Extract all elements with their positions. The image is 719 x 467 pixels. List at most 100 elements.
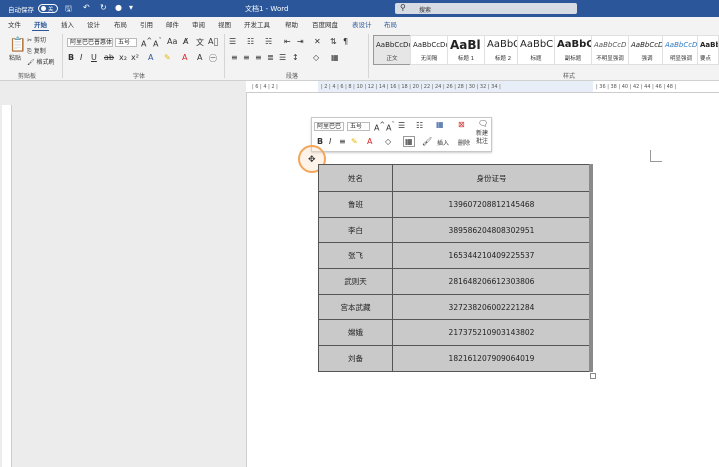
save-icon[interactable]: 🖫 [65, 3, 72, 17]
cut-button[interactable]: ✂ 剪切 [27, 35, 46, 44]
justify-icon[interactable]: ≣ [267, 53, 274, 62]
underline-icon[interactable]: U [91, 53, 97, 62]
multilevel-list-icon[interactable]: ☵ [265, 37, 272, 46]
tab-references[interactable]: 引用 [140, 19, 153, 29]
tab-view[interactable]: 视图 [218, 19, 231, 29]
chinese-layout-icon[interactable]: ✕ [314, 37, 321, 46]
tab-table-design[interactable]: 表设计 [352, 19, 372, 29]
mini-delete-button[interactable]: 删除 [458, 138, 470, 147]
bold-icon[interactable]: B [68, 53, 74, 62]
style-subtitle[interactable]: AaBbC 副标题 [554, 35, 594, 65]
align-center-icon[interactable]: ≡ [243, 53, 250, 62]
format-painter-button[interactable]: 🖌 格式刷 [27, 57, 55, 66]
mini-bullets-icon[interactable]: ☰ [398, 121, 405, 130]
cell-id-number[interactable]: 327238206002221284 [392, 293, 591, 321]
cell-name[interactable]: 鲁班 [318, 191, 393, 218]
cell-id-number[interactable]: 165344210409225537 [392, 242, 591, 270]
cell-name[interactable]: 嫦娥 [318, 319, 393, 347]
mini-highlight-icon[interactable]: ✎ [351, 137, 358, 146]
font-size-combo[interactable]: 五号 [115, 38, 137, 47]
search-box[interactable]: ⚲ 搜索 [395, 3, 577, 14]
table-resize-handle[interactable] [590, 373, 596, 379]
customize-qat-icon[interactable]: ▾ [129, 3, 133, 12]
style-strong[interactable]: AaBbC 要点 [697, 35, 719, 65]
style-emphasis[interactable]: AaBbCcD 强调 [628, 35, 666, 65]
mini-delete-icon[interactable]: ⊠ [458, 120, 465, 129]
cell-name[interactable]: 张飞 [318, 242, 393, 270]
style-heading-1[interactable]: AaBl 标题 1 [447, 35, 485, 65]
new-comment-button[interactable]: 新建批注 [476, 130, 490, 146]
style-intense-emphasis[interactable]: AaBbCcD 明显强调 [662, 35, 700, 65]
font-name-combo[interactable]: 阿里巴巴普惠体 [67, 38, 113, 47]
align-left-icon[interactable]: ≡ [231, 53, 238, 62]
tab-file[interactable]: 文件 [8, 19, 21, 29]
mini-format-painter-icon[interactable]: 🖌 [422, 137, 432, 146]
mini-center-icon[interactable]: ≡ [339, 137, 346, 146]
mini-borders-icon[interactable]: ▦ [403, 136, 415, 147]
tab-home[interactable]: 开始 [32, 19, 49, 32]
tab-help[interactable]: 帮助 [285, 19, 298, 29]
tab-design[interactable]: 设计 [87, 19, 100, 29]
style-subtle-emphasis[interactable]: AaBbCcD 不明显强调 [591, 35, 629, 65]
cell-id-number[interactable]: 217375210903143802 [392, 319, 591, 347]
line-spacing-icon[interactable]: ↕ [292, 53, 299, 62]
horizontal-ruler[interactable]: | 6 | 4 | 2 | | 2 | 4 | 6 | 8 | 10 | 12 … [246, 81, 719, 93]
vertical-ruler[interactable] [2, 105, 12, 467]
italic-icon[interactable]: I [80, 53, 82, 62]
highlight-icon[interactable]: ✎ [164, 53, 171, 62]
change-case-icon[interactable]: Aa [167, 37, 177, 46]
shrink-font-icon[interactable]: Aˇ [153, 37, 162, 49]
show-marks-icon[interactable]: ¶ [343, 37, 348, 46]
mini-insert-icon[interactable]: ▦ [436, 120, 444, 129]
paste-icon[interactable]: 📋 [9, 37, 26, 53]
style-normal[interactable]: AaBbCcDd 正文 [373, 35, 413, 65]
bullets-icon[interactable]: ☰ [229, 37, 236, 46]
new-comment-icon[interactable]: 🗨 [478, 119, 488, 128]
data-table[interactable]: 姓名 身份证号 鲁班 139607208812145468 李白 3895862… [318, 164, 591, 372]
shading-icon[interactable]: ◇ [313, 53, 319, 62]
autosave-toggle[interactable]: 关 [38, 4, 58, 13]
cell-id-number[interactable]: 139607208812145468 [392, 191, 591, 218]
clear-format-icon[interactable]: A̸ [183, 37, 188, 46]
align-right-icon[interactable]: ≡ [255, 53, 262, 62]
record-icon[interactable]: ● [115, 3, 122, 12]
tab-mailings[interactable]: 邮件 [166, 19, 179, 29]
text-effects-icon[interactable]: A [148, 53, 153, 62]
cell-id-number[interactable]: 281648206612303806 [392, 268, 591, 295]
tab-insert[interactable]: 插入 [61, 19, 74, 29]
strikethrough-icon[interactable]: ab [104, 53, 114, 62]
superscript-icon[interactable]: x² [131, 53, 139, 62]
font-color-icon[interactable]: A [182, 53, 187, 62]
cell-id-number[interactable]: 389586204808302951 [392, 216, 591, 244]
cell-name[interactable]: 刘备 [318, 345, 393, 372]
header-name[interactable]: 姓名 [318, 164, 393, 192]
mini-numbering-icon[interactable]: ☷ [416, 121, 423, 130]
tab-layout[interactable]: 布局 [114, 19, 127, 29]
header-id-number[interactable]: 身份证号 [392, 164, 591, 192]
cell-name[interactable]: 宫本武藏 [318, 293, 393, 321]
style-title[interactable]: AaBbC 标题 [517, 35, 555, 65]
sort-icon[interactable]: ⇅ [330, 37, 337, 46]
grow-font-icon[interactable]: A^ [141, 37, 152, 49]
paste-button[interactable]: 粘贴 [9, 53, 21, 62]
cell-name[interactable]: 武则天 [318, 268, 393, 295]
mini-grow-font-icon[interactable]: A^ [374, 121, 385, 133]
copy-button[interactable]: ⎘ 复制 [27, 46, 46, 56]
mini-font-name-combo[interactable]: 阿里巴巴 [314, 122, 344, 131]
tab-table-layout[interactable]: 布局 [384, 19, 397, 29]
tab-developer[interactable]: 开发工具 [244, 19, 270, 29]
mini-font-color-icon[interactable]: A [367, 137, 372, 146]
tab-baidu-netdisk[interactable]: 百度网盘 [312, 19, 338, 29]
mini-font-size-combo[interactable]: 五号 [347, 122, 370, 131]
mini-shading-icon[interactable]: ◇ [385, 137, 391, 146]
mini-shrink-font-icon[interactable]: Aˇ [386, 121, 395, 133]
cell-id-number[interactable]: 182161207909064019 [392, 345, 591, 372]
mini-bold-icon[interactable]: B [317, 137, 323, 146]
cell-name[interactable]: 李白 [318, 216, 393, 244]
char-border-icon[interactable]: A⃞ [208, 37, 218, 46]
subscript-icon[interactable]: x₂ [119, 53, 127, 62]
redo-icon[interactable]: ↻ [100, 3, 107, 12]
table-move-handle-icon[interactable]: ✥ [308, 155, 316, 165]
decrease-indent-icon[interactable]: ⇤ [284, 37, 291, 46]
char-shading-icon[interactable]: A [197, 53, 202, 62]
